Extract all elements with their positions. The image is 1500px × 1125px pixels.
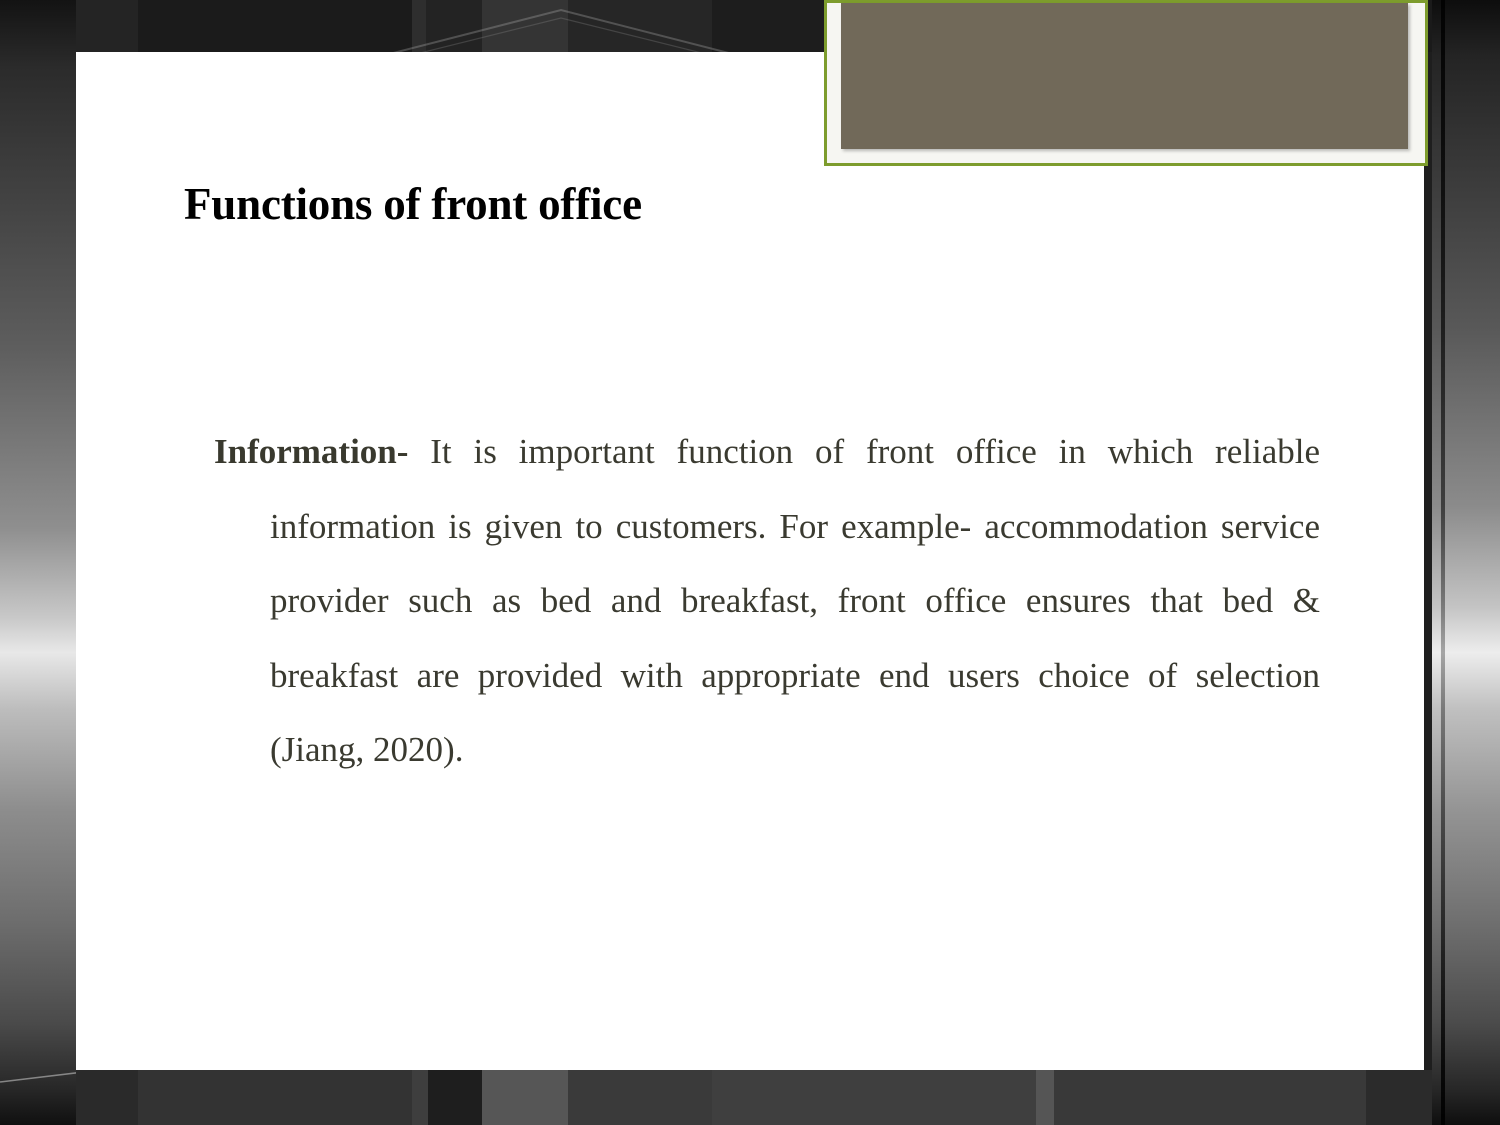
body-lead-label: Information- [214, 432, 409, 471]
slide-canvas: Functions of front office Information- I… [76, 0, 1428, 1070]
backdrop-right-seam [1441, 0, 1445, 1125]
backdrop-bottom-band [76, 1070, 1432, 1125]
slide-title: Functions of front office [184, 179, 642, 229]
chevron-decor-icon [366, 4, 756, 52]
backdrop-bottom-band-strips [76, 1070, 1432, 1125]
body-text: It is important function of front office… [270, 432, 1320, 769]
slide-body-paragraph: Information- It is important function of… [214, 415, 1320, 788]
backdrop-left-metal-panel [0, 0, 76, 1125]
slide-viewer: Functions of front office Information- I… [0, 0, 1500, 1125]
decorative-picture-placeholder [841, 3, 1408, 149]
decorative-picture-frame [824, 0, 1428, 166]
